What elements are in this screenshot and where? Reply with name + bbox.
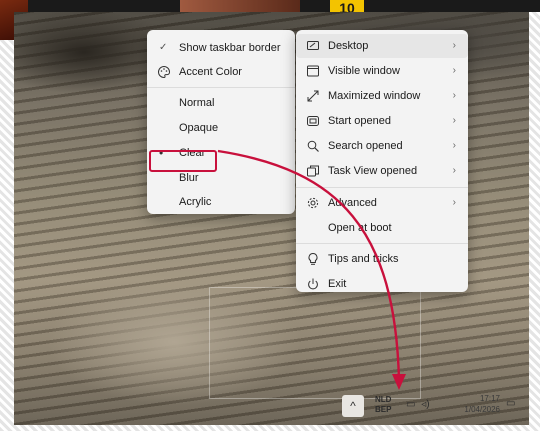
highlight-box — [149, 150, 217, 172]
menu-separator — [296, 187, 468, 188]
maximize-icon — [307, 90, 319, 102]
selection-guide — [209, 287, 421, 399]
menu-item-label: Show taskbar border — [179, 42, 281, 54]
menu-item-label: Exit — [328, 278, 347, 290]
menu-item-desktop[interactable]: Desktop › — [296, 34, 468, 58]
menu-item-maximized-window[interactable]: Maximized window › — [296, 84, 468, 108]
menu-item-label: Opaque — [179, 122, 219, 134]
task-view-icon — [307, 165, 319, 177]
thumbnail-image — [180, 0, 300, 12]
chevron-right-icon: › — [452, 165, 456, 176]
menu-item-search-opened[interactable]: Search opened › — [296, 134, 468, 158]
menu-item-label: Visible window — [328, 65, 400, 77]
menu-item-open-at-boot[interactable]: Open at boot — [296, 216, 468, 240]
desktop-icon — [307, 41, 319, 50]
chevron-right-icon: › — [452, 65, 456, 76]
keyboard-layout-code: BEP — [375, 405, 392, 414]
language-indicator[interactable]: NLD BEP — [375, 395, 391, 415]
start-icon — [307, 116, 319, 126]
menu-item-opaque[interactable]: Opaque — [147, 116, 295, 140]
menu-item-label: Desktop — [328, 40, 369, 52]
menu-item-label: Search opened — [328, 140, 403, 152]
menu-item-exit[interactable]: Exit — [296, 272, 468, 296]
clock-time: 17:17 — [479, 394, 500, 403]
tray-icons[interactable]: ▭ ◃) — [406, 399, 430, 410]
menu-item-label: Accent Color — [179, 66, 242, 78]
menu-item-visible-window[interactable]: Visible window › — [296, 59, 468, 83]
menu-item-label: Normal — [179, 97, 215, 109]
language-code: NLD — [375, 395, 392, 404]
chevron-right-icon: › — [452, 115, 456, 126]
menu-item-tips-and-tricks[interactable]: Tips and tricks — [296, 247, 468, 271]
palette-icon — [158, 65, 170, 79]
lightbulb-icon — [308, 252, 318, 265]
menu-item-label: Task View opened — [328, 165, 418, 177]
menu-item-advanced[interactable]: Advanced › — [296, 191, 468, 215]
chevron-right-icon: › — [452, 140, 456, 151]
tray-overflow-button[interactable]: ^ — [342, 395, 364, 417]
style-context-menu: ✓ Show taskbar border Accent Color Norma… — [147, 30, 295, 214]
menu-item-normal[interactable]: Normal — [147, 91, 295, 115]
menu-item-label: Tips and tricks — [328, 253, 399, 265]
menu-item-accent-color[interactable]: Accent Color — [147, 60, 295, 84]
menu-item-label: Advanced — [328, 197, 377, 209]
network-icon[interactable]: ▭ — [406, 399, 415, 410]
menu-separator — [296, 243, 468, 244]
menu-item-show-taskbar-border[interactable]: ✓ Show taskbar border — [147, 36, 295, 60]
chevron-right-icon: › — [452, 40, 456, 51]
notification-icon[interactable]: ▭ — [506, 398, 515, 409]
menu-item-label: Maximized window — [328, 90, 421, 102]
menu-item-label: Acrylic — [179, 196, 212, 208]
menu-item-label: Open at boot — [328, 222, 392, 234]
chevron-right-icon: › — [452, 90, 456, 101]
search-icon — [307, 140, 319, 152]
menu-item-start-opened[interactable]: Start opened › — [296, 109, 468, 133]
clock-date: 1/04/2026 — [464, 405, 500, 414]
main-context-menu: Desktop › Visible window › Maximized win… — [296, 30, 468, 292]
taskbar-clock[interactable]: 17:17 1/04/2026 — [442, 393, 500, 415]
menu-separator — [147, 87, 295, 88]
check-icon: ✓ — [159, 42, 168, 53]
menu-item-task-view-opened[interactable]: Task View opened › — [296, 159, 468, 183]
power-icon — [308, 278, 318, 290]
chevron-right-icon: › — [452, 197, 456, 208]
menu-item-label: Start opened — [328, 115, 391, 127]
menu-item-acrylic[interactable]: Acrylic — [147, 190, 295, 214]
desktop-screenshot: ✓ Show taskbar border Accent Color Norma… — [14, 12, 529, 425]
gear-icon — [307, 197, 319, 209]
window-icon — [307, 65, 319, 77]
volume-icon[interactable]: ◃) — [421, 399, 429, 410]
